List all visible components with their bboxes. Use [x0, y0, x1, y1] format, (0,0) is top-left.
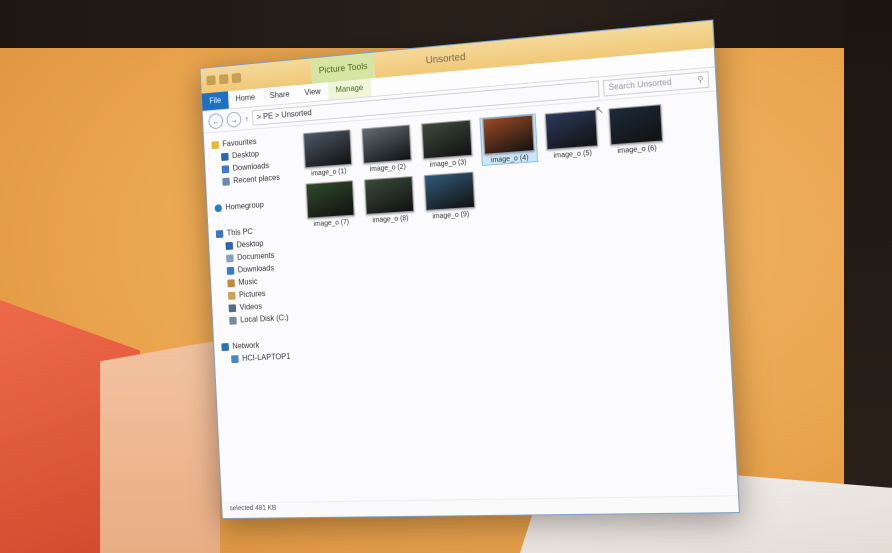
music-icon [227, 278, 235, 287]
file-thumbnail[interactable]: image_o (8) [362, 176, 416, 225]
desktop-icon [221, 152, 229, 161]
file-list: image_o (1) image_o (2) image_o (3) imag… [293, 91, 739, 519]
back-icon[interactable]: ← [208, 112, 224, 130]
videos-icon [228, 303, 237, 312]
tab-file[interactable]: File [201, 91, 229, 111]
file-thumbnail[interactable]: image_o (3) [419, 119, 474, 170]
file-thumbnail[interactable]: image_o (2) [360, 124, 414, 173]
drive-icon [229, 316, 237, 325]
image-thumbnail [544, 109, 599, 151]
explorer-body: Favourites Desktop Downloads Recent plac… [204, 91, 739, 519]
desktop-icon [225, 241, 234, 250]
documents-icon [226, 253, 234, 262]
image-thumbnail [364, 176, 415, 215]
tab-share[interactable]: Share [262, 85, 297, 105]
desktop-decor-shape [100, 340, 220, 553]
pictures-icon [227, 291, 236, 300]
nav-item-local-disk[interactable]: Local Disk (C:) [216, 311, 299, 327]
downloads-icon [226, 266, 235, 275]
nav-item-hci-laptop1[interactable]: HCI-LAPTOP1 [218, 350, 301, 366]
image-thumbnail [303, 129, 353, 169]
image-thumbnail [482, 114, 535, 155]
image-thumbnail [608, 104, 664, 146]
network-icon [221, 342, 229, 351]
recent-places-icon [222, 177, 230, 186]
search-placeholder: Search Unsorted [608, 77, 672, 93]
image-thumbnail [421, 119, 473, 160]
image-thumbnail [305, 180, 355, 219]
nav-homegroup[interactable]: Homegroup [211, 196, 294, 214]
tab-home[interactable]: Home [228, 88, 263, 108]
tab-view[interactable]: View [297, 82, 329, 102]
computer-icon [215, 229, 224, 238]
star-icon [211, 140, 219, 149]
image-thumbnail [424, 171, 476, 211]
computer-icon [231, 354, 239, 363]
file-thumbnail[interactable]: image_o (5) [543, 109, 601, 160]
file-thumbnail[interactable]: image_o (7) [304, 180, 357, 228]
file-thumbnail[interactable]: image_o (6) [606, 104, 665, 156]
image-thumbnail [361, 124, 412, 164]
monitor-bezel-right [844, 0, 892, 553]
file-explorer-window: Picture Tools Unsorted File Home Share V… [199, 19, 741, 520]
forward-icon[interactable]: → [226, 111, 242, 128]
mouse-cursor-icon: ↖ [594, 104, 605, 117]
file-thumbnail-selected[interactable]: image_o (4) [479, 113, 539, 167]
search-icon: ⚲ [697, 74, 704, 85]
homegroup-icon [214, 203, 223, 212]
file-thumbnail[interactable]: image_o (9) [422, 171, 477, 221]
file-thumbnail[interactable]: image_o (1) [301, 129, 354, 178]
downloads-icon [221, 164, 230, 173]
up-arrow-icon[interactable]: ↑ [245, 114, 249, 123]
monitor-bezel-top [0, 0, 892, 48]
